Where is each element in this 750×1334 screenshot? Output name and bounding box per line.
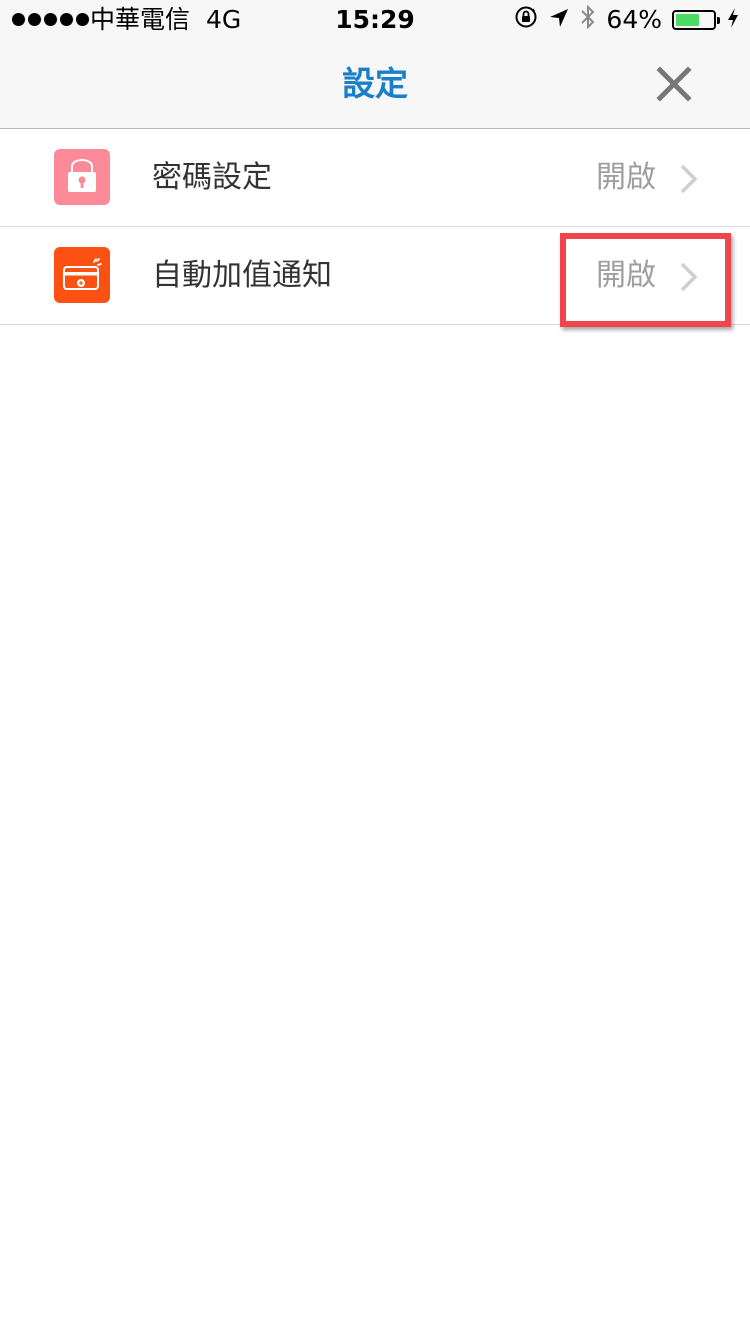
close-icon	[656, 66, 692, 102]
setting-value-auto-topup: 開啟	[596, 258, 656, 293]
setting-row-password[interactable]: 密碼設定 開啟	[0, 129, 750, 227]
chevron-right-icon	[680, 262, 698, 292]
card-icon	[54, 247, 110, 303]
chevron-right-icon	[680, 164, 698, 194]
battery-level-fill	[676, 14, 700, 26]
setting-label-auto-topup: 自動加值通知	[152, 258, 332, 293]
setting-label-password: 密碼設定	[152, 160, 272, 195]
status-right-group: 64%	[514, 4, 740, 36]
setting-row-auto-topup-notification[interactable]: 自動加值通知 開啟	[0, 227, 750, 325]
battery-percent: 64%	[606, 5, 662, 34]
page-title: 設定	[342, 64, 408, 103]
battery-icon	[672, 10, 720, 30]
setting-value-password: 開啟	[596, 160, 656, 195]
bluetooth-icon	[580, 4, 596, 36]
settings-screen: 中華電信 4G 15:29 64% 設定 密碼設定 開啟 自動加值通知 開啟	[0, 0, 750, 1334]
settings-list: 密碼設定 開啟 自動加值通知 開啟	[0, 129, 750, 325]
location-arrow-icon	[548, 6, 570, 35]
top-bar: 中華電信 4G 15:29 64% 設定	[0, 0, 750, 129]
close-button[interactable]	[648, 58, 700, 110]
status-bar: 中華電信 4G 15:29 64%	[0, 0, 750, 40]
orientation-lock-icon	[514, 5, 538, 35]
lock-icon	[54, 149, 110, 205]
charging-bolt-icon	[726, 6, 740, 35]
